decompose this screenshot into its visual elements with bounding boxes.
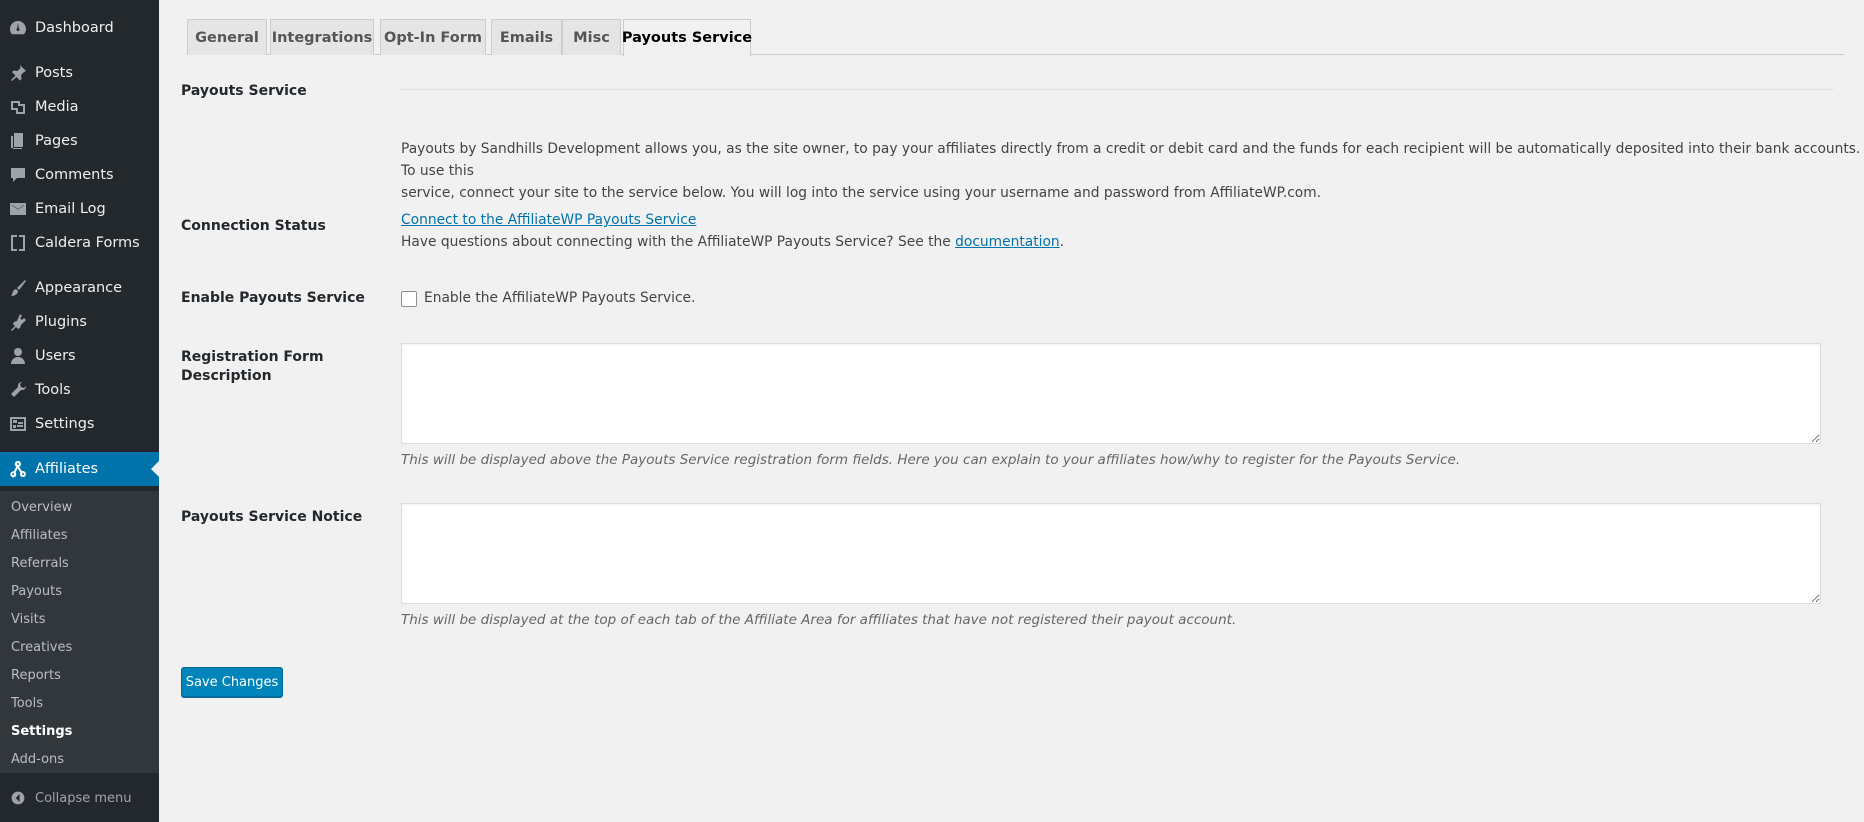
sidebar-item-label: Media [35,99,79,115]
media-icon [0,90,35,124]
sidebar-item-label: Users [35,348,76,364]
submenu-item-tools[interactable]: Tools [11,696,43,711]
wrench-icon [0,373,35,407]
section-divider [400,89,1834,90]
tab-integrations[interactable]: Integrations [270,19,374,55]
section-title: Payouts Service [181,83,307,99]
user-icon [0,339,35,373]
enable-payouts-label: Enable Payouts Service [181,290,365,306]
help-text-prefix: Have questions about connecting with the… [401,234,956,250]
sidebar-item-email-log[interactable]: Email Log [0,192,159,226]
registration-label-line-1: Registration Form [181,349,324,365]
affiliates-icon [0,452,35,486]
submenu-item-overview[interactable]: Overview [11,500,72,515]
settings-icon [0,407,35,441]
payouts-notice-textarea[interactable] [401,503,1821,604]
registration-label-line-2: Description [181,368,272,384]
dashboard-icon [0,11,35,45]
sidebar-item-label: Caldera Forms [35,235,140,251]
pages-icon [0,124,35,158]
tab-payouts-service[interactable]: Payouts Service [622,19,752,56]
sidebar-item-affiliates[interactable]: Affiliates [0,452,159,486]
sidebar-item-dashboard[interactable]: Dashboard [0,11,159,45]
sidebar-item-comments[interactable]: Comments [0,158,159,192]
intro-description: Payouts by Sandhills Development allows … [401,138,1864,204]
sidebar-item-label: Posts [35,65,73,81]
sidebar-item-label: Affiliates [35,461,99,477]
comment-icon [0,158,35,192]
sidebar-item-label: Plugins [35,314,87,330]
documentation-link[interactable]: documentation [955,234,1060,250]
admin-sidebar: Dashboard Posts Media Pages Comments Ema… [0,0,159,822]
submenu-item-visits[interactable]: Visits [11,612,45,627]
connection-status-label: Connection Status [181,218,326,234]
submenu-item-reports[interactable]: Reports [11,668,61,683]
sidebar-item-settings[interactable]: Settings [0,407,159,441]
collapse-arrow-icon [0,790,35,806]
tab-general[interactable]: General [187,19,267,55]
sidebar-item-tools[interactable]: Tools [0,373,159,407]
pin-icon [0,56,35,90]
sidebar-item-label: Dashboard [35,20,114,36]
connect-payouts-link[interactable]: Connect to the AffiliateWP Payouts Servi… [401,212,696,228]
sidebar-item-caldera-forms[interactable]: Caldera Forms [0,226,159,260]
sidebar-item-label: Appearance [35,280,123,296]
enable-payouts-checkbox-label[interactable]: Enable the AffiliateWP Payouts Service. [424,287,695,309]
connection-help-text: Have questions about connecting with the… [401,231,1064,253]
submenu-item-settings[interactable]: Settings [11,724,72,739]
sidebar-item-label: Tools [35,382,71,398]
sidebar-item-users[interactable]: Users [0,339,159,373]
payouts-notice-label: Payouts Service Notice [181,509,363,525]
save-changes-button[interactable]: Save Changes [181,667,283,697]
sidebar-item-appearance[interactable]: Appearance [0,271,159,305]
submenu-item-referrals[interactable]: Referrals [11,556,69,571]
connection-status-field: Connect to the AffiliateWP Payouts Servi… [401,209,1064,253]
settings-tabs: General Integrations Opt-In Form Emails … [187,19,1844,56]
tab-emails[interactable]: Emails [491,19,562,55]
brush-icon [0,271,35,305]
submenu-item-add-ons[interactable]: Add-ons [11,752,64,767]
intro-line-1: Payouts by Sandhills Development allows … [401,141,1861,179]
registration-description-textarea[interactable] [401,343,1821,444]
sidebar-item-label: Email Log [35,201,106,217]
sidebar-item-pages[interactable]: Pages [0,124,159,158]
caldera-icon [0,226,35,260]
submenu-item-payouts[interactable]: Payouts [11,584,62,599]
tab-opt-in-form[interactable]: Opt-In Form [380,19,486,55]
sidebar-item-label: Settings [35,416,95,432]
intro-line-2: service, connect your site to the servic… [401,185,1322,201]
affiliates-submenu: Overview Affiliates Referrals Payouts Vi… [0,491,159,773]
plugin-icon [0,305,35,339]
sidebar-item-plugins[interactable]: Plugins [0,305,159,339]
collapse-menu-button[interactable]: Collapse menu [0,784,159,812]
sidebar-item-posts[interactable]: Posts [0,56,159,90]
email-icon [0,192,35,226]
registration-description-label: Registration Form Description [181,348,324,386]
submenu-item-affiliates[interactable]: Affiliates [11,528,68,543]
payouts-notice-help: This will be displayed at the top of eac… [401,612,1237,628]
sidebar-item-label: Comments [35,167,114,183]
sidebar-item-label: Pages [35,133,78,149]
registration-description-help: This will be displayed above the Payouts… [401,452,1461,468]
collapse-menu-label: Collapse menu [35,790,132,806]
help-text-suffix: . [1059,234,1065,250]
sidebar-item-media[interactable]: Media [0,90,159,124]
tab-misc[interactable]: Misc [562,19,621,55]
submenu-item-creatives[interactable]: Creatives [11,640,72,655]
enable-payouts-checkbox[interactable] [401,291,417,307]
